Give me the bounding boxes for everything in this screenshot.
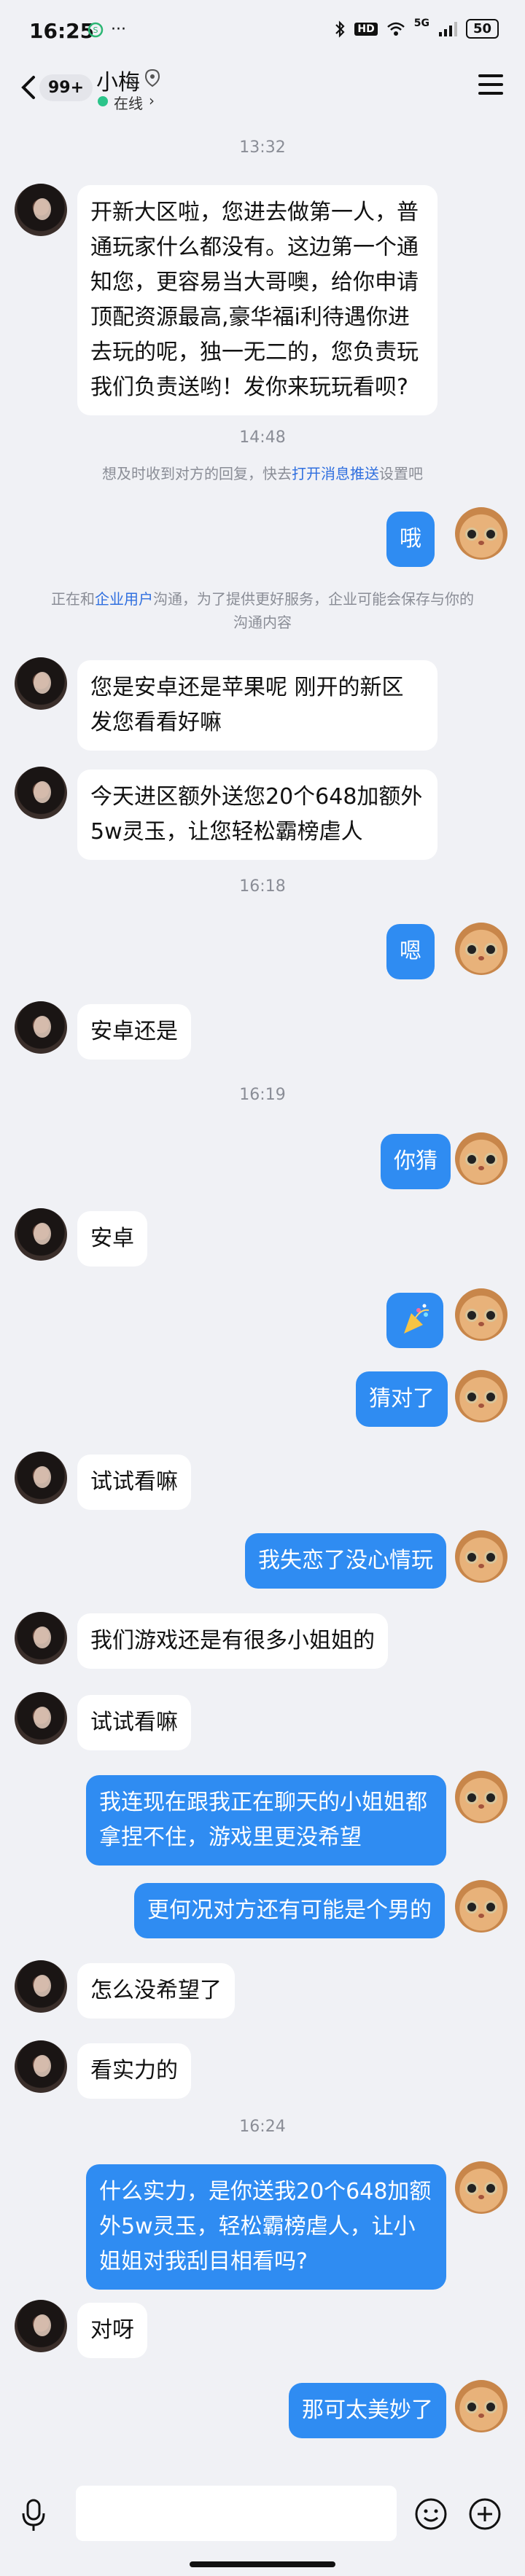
contact-avatar[interactable]	[15, 767, 67, 819]
plus-icon[interactable]	[468, 2497, 502, 2531]
message-bubble-incoming[interactable]: 我们游戏还是有很多小姐姐的	[77, 1613, 388, 1669]
mic-icon[interactable]	[19, 2497, 48, 2534]
message-input-bar	[0, 2473, 525, 2576]
contact-avatar[interactable]	[15, 1001, 67, 1054]
notice-text: 想及时收到对方的回复，快去	[102, 465, 292, 482]
smile-icon[interactable]	[414, 2497, 448, 2531]
contact-avatar[interactable]	[15, 657, 67, 710]
timestamp: 16:19	[239, 1086, 286, 1104]
signal-icon	[438, 21, 457, 36]
message-bubble-incoming[interactable]: 安卓还是	[77, 1004, 191, 1060]
contact-avatar[interactable]	[15, 184, 67, 236]
chat-header: 99+ 小梅 在线 ›	[0, 58, 525, 124]
message-bubble-incoming[interactable]: 开新大区啦，您进去做第一人，普通玩家什么都没有。这边第一个通知您，更容易当大哥噢…	[77, 185, 438, 415]
message-bubble-outgoing[interactable]: 哦	[386, 512, 435, 567]
message-input[interactable]	[76, 2486, 397, 2541]
online-status-label[interactable]: 在线	[114, 92, 143, 113]
party-popper-icon	[404, 1304, 429, 1334]
contact-avatar[interactable]	[15, 1208, 67, 1261]
back-arrow-icon[interactable]	[18, 73, 39, 102]
status-bar: 16:25 S ··· HD 5G 50	[0, 0, 525, 58]
message-bubble-outgoing[interactable]: 什么实力，是你送我20个648加额外5w灵玉，轻松霸榜虐人，让小姐姐对我刮目相看…	[86, 2164, 446, 2290]
my-avatar[interactable]	[455, 1530, 508, 1583]
message-bubble-incoming[interactable]: 您是安卓还是苹果呢 刚开的新区发您看看好嘛	[77, 660, 438, 751]
notice-text: 设置吧	[379, 465, 423, 482]
message-bubble-outgoing-emoji[interactable]	[386, 1293, 443, 1348]
my-avatar[interactable]	[455, 2161, 508, 2214]
timestamp: 14:48	[239, 428, 286, 447]
message-bubble-incoming[interactable]: 试试看嘛	[77, 1455, 191, 1510]
my-avatar[interactable]	[455, 1880, 508, 1933]
message-bubble-incoming[interactable]: 今天进区额外送您20个648加额外5w灵玉，让您轻松霸榜虐人	[77, 770, 438, 860]
more-dots-icon: ···	[111, 20, 126, 39]
wifi-icon	[386, 22, 405, 36]
message-bubble-incoming[interactable]: 安卓	[77, 1211, 147, 1267]
status-left-icons: S ···	[88, 20, 126, 39]
timestamp: 16:18	[239, 877, 286, 896]
online-status-dot	[98, 96, 108, 106]
contact-avatar[interactable]	[15, 1692, 67, 1745]
status-time: 16:25	[29, 19, 95, 43]
unread-count-badge[interactable]: 99+	[39, 74, 93, 101]
bluetooth-icon	[335, 20, 345, 38]
my-avatar[interactable]	[455, 1370, 508, 1422]
message-bubble-outgoing[interactable]: 更何况对方还有可能是个男的	[134, 1883, 445, 1938]
my-avatar[interactable]	[455, 507, 508, 560]
message-bubble-outgoing[interactable]: 我连现在跟我正在聊天的小姐姐都拿捏不住，游戏里更没希望	[86, 1775, 446, 1866]
message-bubble-incoming[interactable]: 试试看嘛	[77, 1695, 191, 1750]
contact-avatar[interactable]	[15, 2040, 67, 2093]
message-bubble-incoming[interactable]: 怎么没希望了	[77, 1963, 235, 2019]
timestamp: 13:32	[239, 138, 286, 157]
my-avatar[interactable]	[455, 1132, 508, 1185]
message-bubble-outgoing[interactable]: 你猜	[381, 1134, 451, 1189]
contact-avatar[interactable]	[15, 1452, 67, 1504]
push-notification-notice: 想及时收到对方的回复，快去打开消息推送设置吧	[29, 462, 496, 485]
notice-text: 正在和	[51, 590, 95, 608]
app-notification-icon: S	[88, 22, 104, 37]
my-avatar[interactable]	[455, 1288, 508, 1341]
message-bubble-outgoing[interactable]: 那可太美妙了	[289, 2383, 446, 2438]
battery-indicator: 50	[465, 19, 499, 39]
my-avatar[interactable]	[455, 2380, 508, 2432]
enterprise-user-link[interactable]: 企业用户	[95, 590, 153, 608]
info-icon[interactable]	[144, 68, 160, 87]
message-bubble-incoming[interactable]: 对呀	[77, 2303, 147, 2358]
contact-avatar[interactable]	[15, 1960, 67, 2013]
enterprise-notice: 正在和企业用户沟通，为了提供更好服务，企业可能会保存与你的 沟通内容	[29, 587, 496, 634]
svg-text:S: S	[93, 26, 98, 35]
contact-avatar[interactable]	[15, 2300, 67, 2352]
message-bubble-incoming[interactable]: 看实力的	[77, 2043, 191, 2099]
menu-icon[interactable]	[478, 74, 503, 96]
home-indicator[interactable]	[190, 2561, 335, 2567]
timestamp: 16:24	[239, 2118, 286, 2136]
my-avatar[interactable]	[455, 1771, 508, 1823]
my-avatar[interactable]	[455, 923, 508, 975]
notice-text: 沟通，为了提供更好服务，企业可能会保存与你的	[153, 590, 474, 608]
hd-badge: HD	[354, 22, 378, 36]
contact-avatar[interactable]	[15, 1612, 67, 1664]
notice-text: 沟通内容	[233, 614, 292, 631]
status-right: HD 5G 50	[334, 17, 499, 39]
network-label: 5G	[413, 17, 429, 29]
message-bubble-outgoing[interactable]: 我失恋了没心情玩	[245, 1533, 446, 1589]
chevron-right-icon[interactable]: ›	[149, 92, 155, 109]
message-bubble-outgoing[interactable]: 嗯	[386, 924, 435, 979]
message-bubble-outgoing[interactable]: 猜对了	[356, 1371, 448, 1427]
enable-push-link[interactable]: 打开消息推送	[292, 465, 379, 482]
